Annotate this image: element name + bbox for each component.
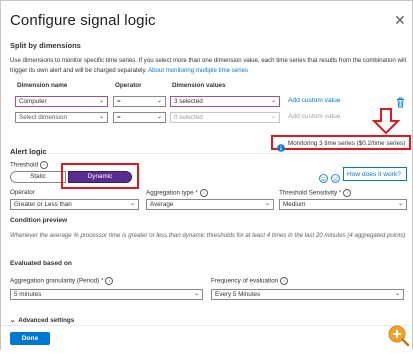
aggregation-type-label: Aggregation type * i: [146, 189, 208, 197]
operator-select[interactable]: = ⌄: [113, 96, 166, 107]
panel-footer: Done: [1, 325, 412, 350]
split-description: Use dimensions to monitor specific time …: [10, 56, 408, 76]
threshold-sensitivity-text: Threshold Sensitivity: [279, 189, 338, 197]
alert-logic-heading: Alert logic: [10, 147, 47, 156]
panel-title: Configure signal logic: [10, 12, 156, 29]
how-does-it-work-text: How does it work?: [347, 170, 401, 178]
zoom-in-icon[interactable]: [387, 324, 411, 353]
threshold-dynamic-option[interactable]: Dynamic: [68, 171, 132, 183]
col-dimension-name: Dimension name: [17, 82, 68, 89]
chevron-down-icon: ⌄: [270, 114, 276, 120]
threshold-static-option[interactable]: Static: [10, 171, 66, 183]
chevron-down-icon: ⌄: [129, 201, 135, 207]
dimension-values-select-2: 0 selected ⌄: [170, 112, 280, 123]
condition-preview-text: Whenever the average % processor time is…: [10, 232, 406, 239]
done-button[interactable]: Done: [10, 332, 50, 345]
split-by-dimensions-heading: Split by dimensions: [10, 41, 81, 50]
frequency-text: Frequency of evaluation: [211, 277, 279, 285]
dimension-name-select[interactable]: Computer ⌄: [15, 96, 108, 107]
aggregation-granularity-value: 5 minutes: [14, 291, 42, 298]
aggregation-type-text: Aggregation type: [146, 189, 194, 197]
chevron-down-icon: ⌄: [394, 291, 400, 297]
frequency-label: Frequency of evaluation i: [211, 277, 289, 285]
add-custom-value-link[interactable]: Add custom value: [288, 97, 340, 104]
chevron-down-icon: ⌄: [10, 317, 16, 324]
frequency-value: Every 5 Minutes: [215, 291, 261, 298]
chevron-down-icon: ⌄: [98, 98, 104, 104]
monitoring-text: Monitoring 3 time series ($0.2/time seri…: [288, 139, 406, 147]
how-does-it-work-link[interactable]: How does it work?: [343, 167, 407, 181]
threshold-sensitivity-dropdown[interactable]: Medium ⌄: [279, 199, 407, 210]
evaluated-based-on-heading: Evaluated based on: [10, 260, 72, 267]
info-icon: i: [280, 277, 289, 285]
dimension-values-value-2: 0 selected: [174, 114, 203, 121]
divider: [10, 153, 406, 154]
operator-label: Operator: [10, 189, 35, 196]
dimension-values-value: 3 selected: [174, 98, 203, 105]
operator-dropdown-value: Greater or Less than: [14, 201, 72, 208]
operator-value-2: =: [117, 114, 121, 121]
chevron-down-icon: ⌄: [156, 114, 162, 120]
info-icon: i: [40, 161, 49, 169]
configure-signal-logic-panel: Configure signal logic ✕ Split by dimens…: [0, 0, 413, 350]
info-icon: i: [199, 189, 208, 197]
add-custom-value-link-2: Add custom value: [288, 113, 341, 120]
operator-value: =: [117, 98, 121, 105]
chevron-down-icon: ⌄: [270, 98, 276, 104]
aggregation-granularity-dropdown[interactable]: 5 minutes ⌄: [10, 289, 203, 300]
threshold-label-text: Threshold: [10, 161, 39, 169]
threshold-sensitivity-label: Threshold Sensitivity * i: [279, 189, 352, 197]
col-operator: Operator: [115, 82, 142, 89]
advanced-settings-toggle[interactable]: ⌄ Advanced settings: [10, 317, 74, 324]
frequency-dropdown[interactable]: Every 5 Minutes ⌄: [211, 289, 404, 300]
threshold-label: Threshold i: [10, 161, 49, 169]
monitoring-highlight: Monitoring 3 time series ($0.2/time seri…: [271, 135, 411, 152]
info-icon: i: [343, 189, 352, 197]
dimension-name-value: Computer: [19, 98, 47, 105]
aggregation-granularity-text: Aggregation granularity (Period): [10, 277, 100, 285]
info-icon: [277, 139, 285, 157]
aggregation-granularity-label: Aggregation granularity (Period) * i: [10, 277, 114, 285]
frown-icon[interactable]: [331, 170, 340, 188]
chevron-down-icon: ⌄: [397, 201, 403, 207]
smile-icon[interactable]: [319, 170, 328, 188]
operator-select-2[interactable]: = ⌄: [113, 112, 166, 123]
close-icon[interactable]: ✕: [394, 12, 406, 29]
dimension-values-select[interactable]: 3 selected ⌄: [170, 96, 280, 107]
aggregation-type-value: Average: [150, 201, 174, 208]
chevron-down-icon: ⌄: [264, 201, 270, 207]
info-icon: i: [105, 277, 114, 285]
chevron-down-icon: ⌄: [193, 291, 199, 297]
dimension-name-placeholder: Select dimension: [19, 114, 67, 121]
operator-dropdown[interactable]: Greater or Less than ⌄: [10, 199, 139, 210]
condition-preview-heading: Condition preview: [10, 217, 68, 224]
advanced-settings-label: Advanced settings: [18, 317, 75, 324]
aggregation-type-dropdown[interactable]: Average ⌄: [146, 199, 274, 210]
threshold-sensitivity-value: Medium: [283, 201, 306, 208]
about-monitoring-link[interactable]: About monitoring multiple time series: [148, 67, 248, 74]
chevron-down-icon: ⌄: [98, 114, 104, 120]
chevron-down-icon: ⌄: [156, 98, 162, 104]
col-dimension-values: Dimension values: [172, 82, 226, 89]
dimension-name-select-2[interactable]: Select dimension ⌄: [15, 112, 108, 123]
